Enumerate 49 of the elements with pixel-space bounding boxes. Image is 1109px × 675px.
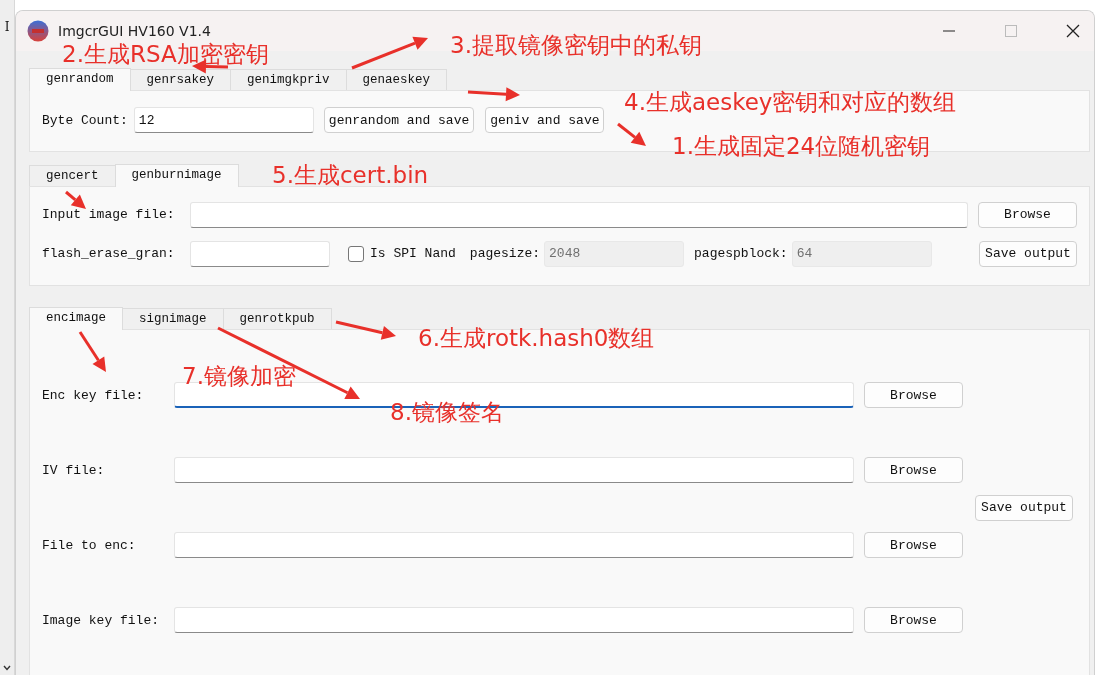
- checkbox-label: Is SPI Nand: [370, 246, 456, 261]
- annotation-arrow: [65, 190, 86, 209]
- field-label: IV file:: [42, 462, 106, 478]
- tab[interactable]: gencert: [29, 165, 116, 186]
- tab[interactable]: genburnimage: [114, 164, 239, 187]
- button[interactable]: Save output: [975, 494, 1073, 521]
- button[interactable]: Browse: [978, 201, 1077, 228]
- annotation-arrow: [78, 331, 106, 372]
- input-field[interactable]: [174, 457, 854, 483]
- button[interactable]: Browse: [864, 382, 963, 408]
- button[interactable]: genrandom and save: [323, 107, 475, 133]
- field-label: pagespblock:: [694, 246, 788, 261]
- annotation-arrow: [467, 87, 520, 102]
- checkbox[interactable]: [348, 245, 364, 262]
- annotation-text: 7.镜像加密: [182, 364, 296, 390]
- input-field[interactable]: [190, 201, 968, 228]
- chevron-down-icon[interactable]: [3, 665, 11, 671]
- annotation-text: 1.生成固定24位随机密钥: [672, 134, 931, 160]
- background-text: I: [4, 20, 10, 34]
- tab[interactable]: genaeskey: [345, 69, 448, 90]
- field-label: flash_erase_gran:: [42, 246, 176, 261]
- maximize-icon[interactable]: [1004, 24, 1018, 38]
- close-icon[interactable]: [1066, 24, 1080, 38]
- button[interactable]: Browse: [864, 532, 963, 558]
- annotation-arrow: [617, 122, 646, 146]
- annotation-text: 5.生成cert.bin: [272, 163, 429, 189]
- button[interactable]: Save output: [979, 240, 1077, 267]
- annotation-text: 3.提取镜像密钥中的私钥: [450, 33, 702, 59]
- tab[interactable]: genrandom: [29, 68, 131, 91]
- app-logo-icon: [27, 20, 49, 42]
- button[interactable]: Browse: [864, 607, 963, 633]
- field-label: Input image file:: [42, 207, 176, 222]
- window-title: ImgcrGUI HV160 V1.4: [58, 23, 211, 39]
- button[interactable]: geniv and save: [485, 107, 605, 133]
- field-label: Byte Count:: [42, 112, 128, 128]
- input-field[interactable]: [174, 532, 854, 558]
- input-field[interactable]: [174, 607, 854, 633]
- annotation-text: 2.生成RSA加密密钥: [62, 43, 269, 66]
- input-field[interactable]: 12: [133, 107, 314, 133]
- annotation-text: 4.生成aeskey密钥和对应的数组: [624, 90, 957, 116]
- button[interactable]: Browse: [864, 457, 963, 483]
- field-label: pagesize:: [469, 246, 541, 261]
- field-label: File to enc:: [42, 537, 137, 553]
- annotation-text: 6.生成rotk.hash0数组: [418, 326, 655, 352]
- tab[interactable]: genrotkpub: [222, 308, 332, 329]
- tab[interactable]: encimage: [29, 307, 123, 330]
- field-label: Image key file:: [42, 612, 161, 628]
- input-field[interactable]: [190, 240, 330, 267]
- field-label: Enc key file:: [42, 387, 145, 403]
